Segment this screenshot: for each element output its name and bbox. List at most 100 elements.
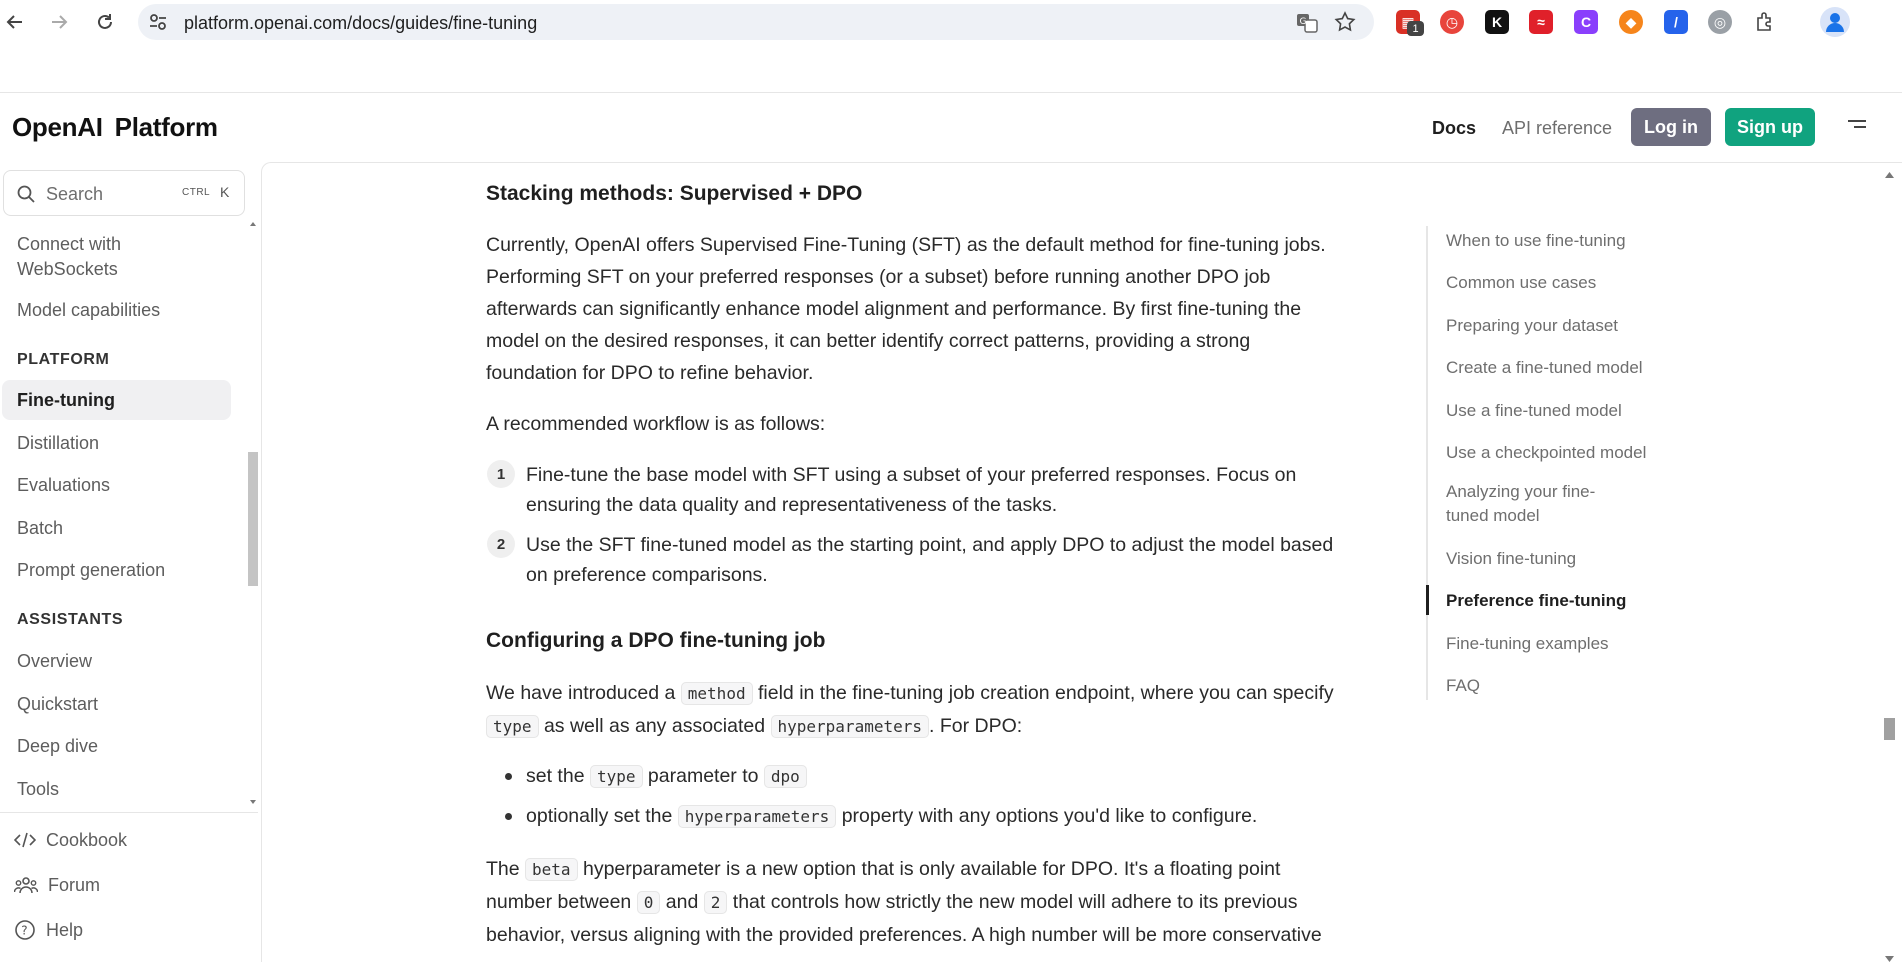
- docs-link[interactable]: Docs: [1432, 118, 1476, 139]
- brand-logo[interactable]: OpenAI Platform: [12, 112, 230, 143]
- svg-text:?: ?: [21, 924, 27, 938]
- toc-item-preference[interactable]: Preference fine-tuning: [1446, 589, 1676, 613]
- code-zero: 0: [636, 891, 661, 914]
- sidebar-footer-label: Cookbook: [46, 829, 128, 850]
- sidebar-scrollbar-thumb[interactable]: [248, 452, 258, 586]
- toc-item-common-use-cases[interactable]: Common use cases: [1446, 271, 1676, 295]
- forward-icon[interactable]: [46, 9, 72, 35]
- sidebar-footer-help[interactable]: ? Help: [14, 917, 83, 943]
- toc-active-indicator: [1426, 585, 1429, 615]
- svg-text:G: G: [1300, 17, 1307, 27]
- platform-heading: PLATFORM: [17, 351, 110, 368]
- text-line: Currently, OpenAI offers Supervised Fine…: [486, 234, 1326, 256]
- bars-extension-icon[interactable]: /: [1664, 10, 1688, 34]
- c-extension-icon[interactable]: C: [1574, 10, 1598, 34]
- reload-icon[interactable]: [92, 9, 118, 35]
- code-type: type: [589, 765, 643, 788]
- toc-item-create-model[interactable]: Create a fine-tuned model: [1446, 356, 1676, 380]
- api-reference-link[interactable]: API reference: [1502, 118, 1612, 139]
- toc-item-label: tuned model: [1446, 506, 1540, 525]
- sidebar-footer-forum[interactable]: Forum: [14, 872, 100, 898]
- code-dpo: dpo: [763, 765, 807, 788]
- bullet-dot: [505, 813, 512, 820]
- sidebar-item-batch[interactable]: Batch: [17, 516, 63, 541]
- sidebar-divider: [0, 812, 258, 813]
- sidebar-item-tools[interactable]: Tools: [17, 777, 59, 802]
- signup-button[interactable]: Sign up: [1725, 108, 1815, 146]
- search-label: Search: [46, 184, 104, 204]
- text-span: field in the fine-tuning job creation en…: [758, 682, 1334, 704]
- sidebar-footer-label: Help: [46, 919, 84, 940]
- sidebar-item-prompt-generation[interactable]: Prompt generation: [17, 558, 165, 583]
- browser-toolbar: platform.openai.com/docs/guides/fine-tun…: [0, 0, 1902, 93]
- search-icon: [16, 184, 36, 204]
- paragraph-sft-intro: Currently, OpenAI offers Supervised Fine…: [486, 229, 1366, 389]
- text-line: number between 0 and 2 that controls how…: [486, 886, 1366, 919]
- text-span: The: [486, 858, 520, 880]
- toc-item-label: Analyzing your fine-: [1446, 482, 1596, 501]
- code-hyperparameters: hyperparameters: [770, 715, 929, 738]
- wave-extension-icon[interactable]: ≈: [1529, 10, 1553, 34]
- bullet-dot: [505, 773, 512, 780]
- text-line: on preference comparisons.: [526, 564, 768, 586]
- shortcut-k: K: [220, 184, 230, 200]
- text-line: ensuring the data quality and representa…: [526, 494, 1058, 516]
- globe-extension-icon[interactable]: ◎: [1708, 10, 1732, 34]
- page-scroll-down-arrow[interactable]: [1884, 950, 1895, 968]
- text-line: Performing SFT on your preferred respons…: [486, 266, 1271, 288]
- sidebar-item-websockets[interactable]: Connect with WebSockets: [17, 232, 121, 282]
- sidebar-item-quickstart[interactable]: Quickstart: [17, 692, 98, 717]
- page-scrollbar-thumb[interactable]: [1884, 718, 1895, 740]
- toc-item-preparing-dataset[interactable]: Preparing your dataset: [1446, 314, 1676, 338]
- text-line: We have introduced a method field in the…: [486, 677, 1366, 710]
- help-icon: ?: [15, 920, 35, 940]
- timer-extension-icon[interactable]: ◷: [1440, 10, 1464, 34]
- sidebar: Search CTRL K Connect with WebSockets Mo…: [0, 162, 260, 966]
- url-text: platform.openai.com/docs/guides/fine-tun…: [184, 13, 538, 33]
- toc-item-faq[interactable]: FAQ: [1446, 674, 1676, 698]
- text-span: . For DPO:: [929, 715, 1023, 737]
- page-scroll-up-arrow[interactable]: [1884, 166, 1895, 184]
- text-span: parameter to: [647, 765, 759, 787]
- sidebar-footer-cookbook[interactable]: Cookbook: [14, 827, 127, 853]
- sidebar-item-fine-tuning[interactable]: Fine-tuning: [17, 388, 115, 413]
- site-settings-icon[interactable]: [148, 12, 168, 32]
- k-extension-icon[interactable]: K: [1485, 10, 1509, 34]
- toc-item-examples[interactable]: Fine-tuning examples: [1446, 632, 1676, 656]
- login-button[interactable]: Log in: [1631, 108, 1711, 146]
- fox-extension-icon[interactable]: ◆: [1619, 10, 1643, 34]
- bullet-item: optionally set the hyperparameters prope…: [526, 801, 1376, 832]
- translate-icon[interactable]: G: [1296, 12, 1318, 34]
- text-span: set the: [526, 765, 585, 787]
- toc-item-checkpointed-model[interactable]: Use a checkpointed model: [1446, 441, 1676, 465]
- toc-item-when-to-use[interactable]: When to use fine-tuning: [1446, 229, 1676, 253]
- menu-icon[interactable]: [1846, 116, 1868, 136]
- sidebar-item-model-capabilities[interactable]: Model capabilities: [17, 298, 160, 323]
- sidebar-item-distillation[interactable]: Distillation: [17, 431, 99, 456]
- text-line: Fine-tune the base model with SFT using …: [526, 464, 1297, 486]
- heading-stacking-methods: Stacking methods: Supervised + DPO: [486, 182, 863, 205]
- puzzle-extensions-icon[interactable]: [1753, 10, 1777, 34]
- toc-item-analyzing[interactable]: Analyzing your fine- tuned model: [1446, 480, 1676, 528]
- text-line: behavior, versus aligning with the provi…: [486, 924, 1322, 946]
- profile-avatar-icon[interactable]: [1820, 7, 1850, 37]
- paragraph-workflow: A recommended workflow is as follows:: [486, 413, 826, 435]
- bookmark-star-icon[interactable]: [1334, 11, 1356, 33]
- extension-badge: 1: [1407, 21, 1424, 36]
- sidebar-item-deep-dive[interactable]: Deep dive: [17, 734, 98, 759]
- text-span: property with any options you'd like to …: [841, 805, 1258, 827]
- toc-rail: [1426, 226, 1428, 700]
- code-hyperparameters: hyperparameters: [677, 805, 837, 828]
- toc-item-vision[interactable]: Vision fine-tuning: [1446, 547, 1676, 571]
- step-number: 1: [487, 460, 515, 488]
- paragraph-beta: The beta hyperparameter is a new option …: [486, 853, 1366, 951]
- sidebar-item-evaluations[interactable]: Evaluations: [17, 473, 110, 498]
- search-input[interactable]: Search CTRL K: [3, 170, 245, 216]
- text-span: number between: [486, 891, 632, 913]
- address-bar[interactable]: platform.openai.com/docs/guides/fine-tun…: [138, 4, 1374, 40]
- sidebar-item-overview[interactable]: Overview: [17, 649, 92, 674]
- toc-item-use-model[interactable]: Use a fine-tuned model: [1446, 399, 1676, 423]
- code-two: 2: [703, 891, 728, 914]
- back-icon[interactable]: [2, 9, 28, 35]
- brand-platform: Platform: [114, 112, 218, 142]
